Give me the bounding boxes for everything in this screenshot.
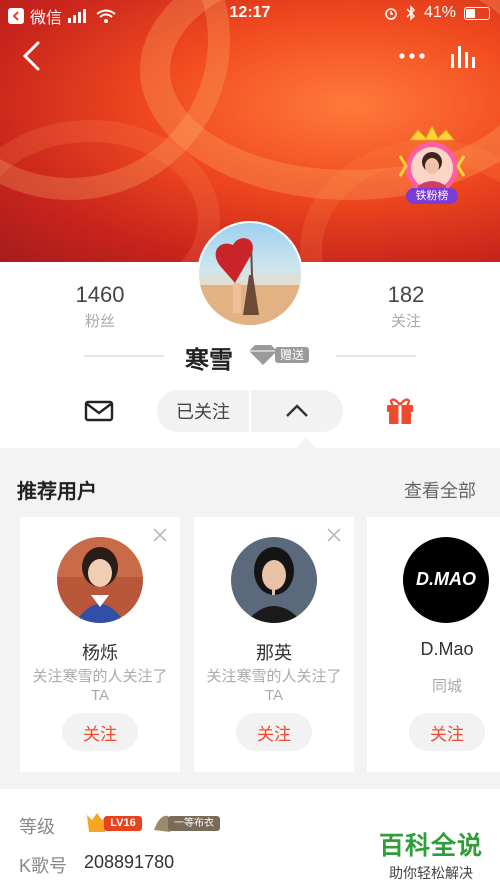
follow-button[interactable]: 关注 (62, 713, 138, 751)
status-bar: 微信 12:17 41% (0, 0, 500, 30)
recommend-name: 杨烁 (82, 643, 118, 663)
recommend-name: 那英 (256, 643, 292, 663)
recommend-avatar-text: D.MAO (416, 569, 476, 589)
close-icon[interactable] (326, 527, 342, 543)
see-all-link[interactable]: 查看全部 (404, 477, 476, 503)
level-badge: LV16 (86, 812, 144, 834)
follow-button[interactable]: 关注 (409, 713, 485, 751)
recommend-desc: 同城 (431, 678, 462, 695)
alarm-icon (385, 8, 397, 20)
recommend-avatar[interactable] (57, 537, 143, 623)
watermark: 百科全说 助你轻松解决 (372, 826, 490, 883)
follow-button[interactable]: 关注 (236, 713, 312, 751)
fans-label: 粉丝 (84, 313, 115, 330)
recommend-card[interactable]: 那英 关注寒雪的人关注了TA 关注 (194, 517, 354, 772)
battery-icon (464, 6, 490, 20)
gift-icon[interactable] (384, 394, 416, 426)
name-divider-right (336, 355, 416, 357)
follow-toggle-group: 已关注 (157, 390, 343, 432)
following-stat[interactable]: 182 关注 (346, 282, 466, 331)
ranking-chart-icon[interactable] (449, 44, 479, 70)
close-icon[interactable] (152, 527, 168, 543)
recommend-avatar[interactable]: D.MAO (403, 537, 489, 623)
fans-stat[interactable]: 1460 粉丝 (40, 282, 160, 331)
more-icon[interactable] (398, 46, 426, 66)
recommend-desc: 关注寒雪的人关注了TA (32, 668, 168, 704)
expand-pointer (296, 438, 316, 448)
user-name: 寒雪 (185, 347, 233, 374)
chevron-up-icon (286, 404, 308, 417)
message-icon[interactable] (84, 396, 114, 426)
followed-button[interactable]: 已关注 (157, 390, 249, 432)
recommend-card[interactable]: D.MAO D.Mao 同城 关注 (367, 517, 500, 772)
watermark-subtitle: 助你轻松解决 (389, 865, 473, 881)
kid-label: K歌号 (19, 856, 68, 876)
gift-badge: 赠送 (247, 343, 311, 367)
following-label: 关注 (390, 313, 421, 330)
name-divider-left (84, 355, 164, 357)
level-badge-text: LV16 (110, 817, 136, 829)
rank-badge-text: 一等布衣 (174, 818, 214, 829)
gift-badge-text: 赠送 (279, 348, 304, 362)
recommend-desc: 关注寒雪的人关注了TA (206, 668, 342, 704)
rank-badge: 一等布衣 (152, 812, 222, 834)
kid-value: 208891780 (84, 852, 175, 872)
level-label: 等级 (19, 817, 55, 837)
recommend-avatar[interactable] (231, 537, 317, 623)
battery-percent: 41% (423, 4, 456, 21)
recommend-title: 推荐用户 (17, 481, 97, 503)
watermark-title: 百科全说 (378, 832, 483, 860)
fan-rank-badge-text: 铁粉榜 (415, 190, 449, 202)
user-avatar[interactable] (197, 221, 303, 327)
following-count: 182 (387, 282, 425, 307)
back-icon[interactable] (18, 40, 46, 72)
recommend-card[interactable]: 杨烁 关注寒雪的人关注了TA 关注 (20, 517, 180, 772)
fan-rank-badge[interactable]: 铁粉榜 (396, 124, 468, 210)
fans-count: 1460 (75, 282, 125, 307)
recommend-name: D.Mao (420, 639, 474, 659)
bluetooth-icon (406, 5, 416, 21)
expand-button[interactable] (251, 390, 343, 432)
